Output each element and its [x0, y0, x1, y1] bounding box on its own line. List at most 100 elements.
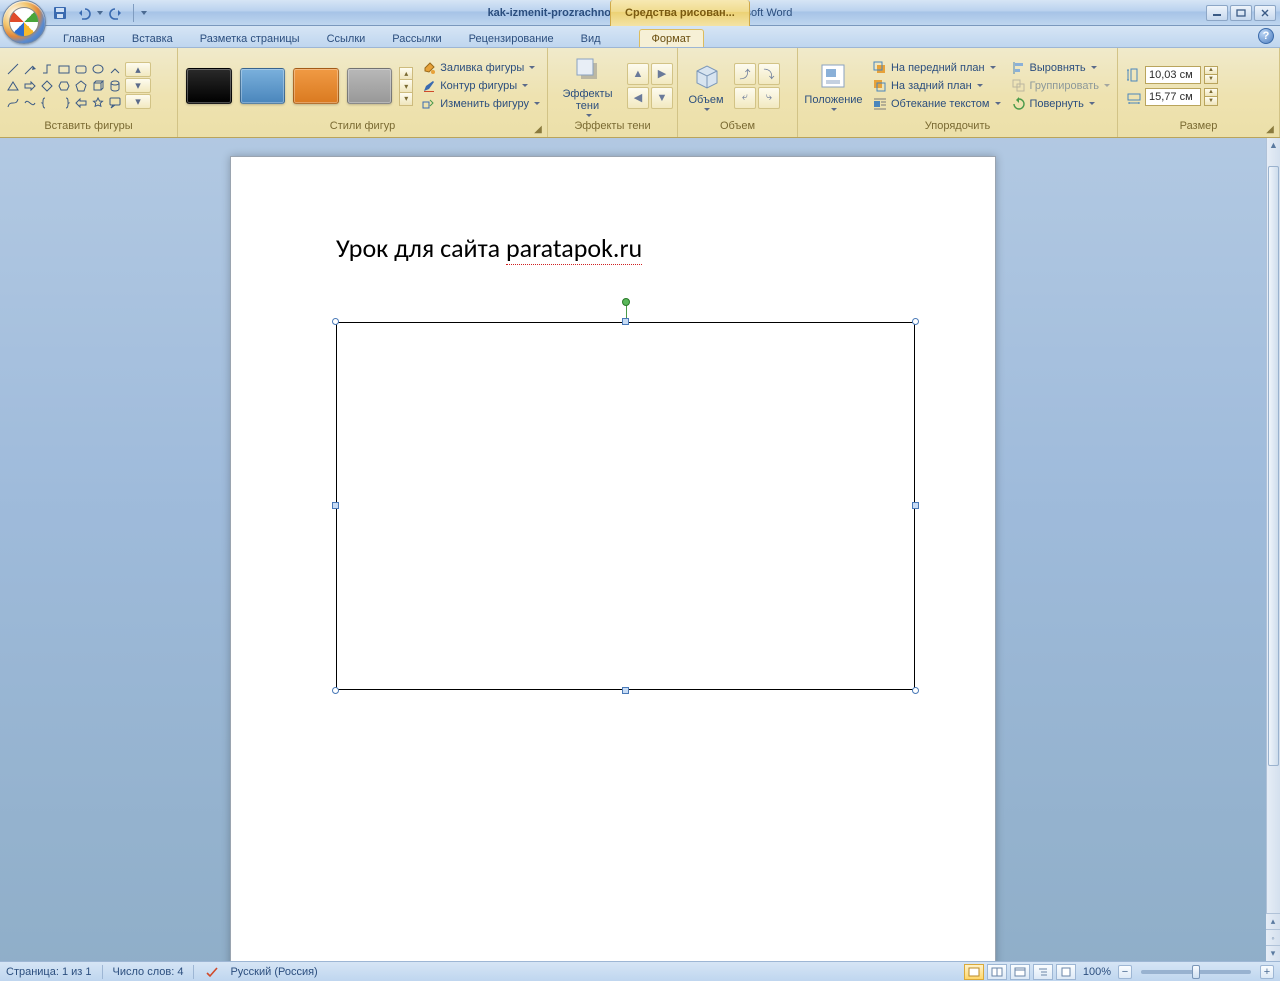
style-swatch-3[interactable]	[293, 68, 339, 104]
proofing-icon[interactable]	[204, 964, 220, 980]
tilt-up[interactable]: ⤴	[734, 63, 756, 85]
shape-rarrow-icon[interactable]	[21, 77, 38, 94]
tab-insert[interactable]: Вставка	[119, 29, 186, 47]
select-browse-object[interactable]: ◦	[1266, 929, 1280, 945]
office-button[interactable]	[2, 0, 46, 44]
scroll-up[interactable]: ▲	[1267, 138, 1280, 152]
style-more[interactable]: ▾	[399, 92, 413, 106]
page[interactable]: Урок для сайта paratapok.ru	[230, 156, 996, 961]
shape-oval-icon[interactable]	[89, 60, 106, 77]
height-input[interactable]: 10,03 см	[1145, 66, 1201, 84]
view-print-layout[interactable]	[964, 964, 984, 980]
group-size: 10,03 см ▲▼ 15,77 см ▲▼ Размер ◢	[1118, 48, 1280, 137]
shapes-more[interactable]: ▾	[125, 94, 151, 109]
qat-undo[interactable]	[73, 3, 93, 23]
maximize-button[interactable]	[1230, 5, 1252, 21]
group-button[interactable]: Группировать	[1008, 77, 1114, 95]
shapes-scroll-down[interactable]: ▾	[125, 78, 151, 93]
size-dialog-launcher[interactable]: ◢	[1263, 122, 1277, 136]
shape-outline-button[interactable]: Контур фигуры	[418, 77, 543, 95]
shadow-effects-button[interactable]: Эффекты тени	[552, 52, 623, 119]
tab-review[interactable]: Рецензирование	[456, 29, 567, 47]
shape-diamond-icon[interactable]	[38, 77, 55, 94]
shape-pent-icon[interactable]	[72, 77, 89, 94]
status-language[interactable]: Русский (Россия)	[230, 966, 317, 978]
shape-roundrect-icon[interactable]	[72, 60, 89, 77]
style-swatch-2[interactable]	[240, 68, 286, 104]
shape-cube-icon[interactable]	[89, 77, 106, 94]
zoom-knob[interactable]	[1192, 965, 1200, 979]
style-scroll-down[interactable]: ▾	[399, 79, 413, 93]
shape-star-icon[interactable]	[89, 94, 106, 111]
qat-redo[interactable]	[107, 3, 127, 23]
document-area[interactable]: Урок для сайта paratapok.ru	[0, 138, 1266, 961]
view-draft[interactable]	[1056, 964, 1076, 980]
shadow-left[interactable]: ◀	[627, 87, 649, 109]
shape-curve-icon[interactable]	[4, 94, 21, 111]
shape-can-icon[interactable]	[106, 77, 123, 94]
tilt-down[interactable]: ⤷	[758, 87, 780, 109]
send-back-button[interactable]: На задний план	[869, 77, 1004, 95]
style-swatch-1[interactable]	[186, 68, 232, 104]
tab-references[interactable]: Ссылки	[314, 29, 379, 47]
zoom-in[interactable]: +	[1260, 965, 1274, 979]
shape-curve2-icon[interactable]	[21, 94, 38, 111]
shape-triangle-icon[interactable]	[4, 77, 21, 94]
shape-fill-button[interactable]: Заливка фигуры	[418, 59, 543, 77]
next-page[interactable]: ▾	[1266, 945, 1280, 961]
shape-connector2-icon[interactable]	[106, 60, 123, 77]
status-words[interactable]: Число слов: 4	[113, 966, 184, 978]
shape-larrow-icon[interactable]	[72, 94, 89, 111]
close-button[interactable]	[1254, 5, 1276, 21]
width-spinner[interactable]: ▲▼	[1204, 88, 1218, 106]
help-button[interactable]: ?	[1258, 28, 1274, 44]
tab-format[interactable]: Формат	[639, 29, 704, 47]
shape-rect-icon[interactable]	[55, 60, 72, 77]
text-wrap-button[interactable]: Обтекание текстом	[869, 95, 1004, 113]
tab-home[interactable]: Главная	[50, 29, 118, 47]
tab-page-layout[interactable]: Разметка страницы	[187, 29, 313, 47]
3d-effects-button[interactable]: Объем	[682, 58, 730, 113]
zoom-value[interactable]: 100%	[1083, 966, 1111, 978]
shapes-scroll-up[interactable]: ▴	[125, 62, 151, 77]
change-shape-button[interactable]: Изменить фигуру	[418, 95, 543, 113]
tilt-right[interactable]: ⤵	[758, 63, 780, 85]
position-button[interactable]: Положение	[802, 58, 865, 113]
minimize-button[interactable]	[1206, 5, 1228, 21]
shape-brace-icon[interactable]	[38, 94, 55, 111]
shapes-gallery[interactable]	[4, 60, 123, 111]
qat-save[interactable]	[50, 3, 70, 23]
rotate-button[interactable]: Повернуть	[1008, 95, 1114, 113]
shape-hex-icon[interactable]	[55, 77, 72, 94]
tilt-left[interactable]: ⤶	[734, 87, 756, 109]
scroll-thumb[interactable]	[1268, 166, 1279, 766]
shadow-right[interactable]: ▶	[651, 63, 673, 85]
width-input[interactable]: 15,77 см	[1145, 88, 1201, 106]
document-heading[interactable]: Урок для сайта paratapok.ru	[336, 232, 642, 264]
shape-styles-dialog-launcher[interactable]: ◢	[531, 122, 545, 136]
align-button[interactable]: Выровнять	[1008, 59, 1114, 77]
shape-line-icon[interactable]	[4, 60, 21, 77]
shape-arrow-icon[interactable]	[21, 60, 38, 77]
shape-connector-icon[interactable]	[38, 60, 55, 77]
status-page[interactable]: Страница: 1 из 1	[6, 966, 92, 978]
qat-customize[interactable]	[140, 3, 148, 23]
tab-view[interactable]: Вид	[568, 29, 614, 47]
vertical-scrollbar[interactable]: ▲ ▼	[1266, 138, 1280, 961]
zoom-out[interactable]: −	[1118, 965, 1132, 979]
prev-page[interactable]: ▴	[1266, 913, 1280, 929]
view-full-screen[interactable]	[987, 964, 1007, 980]
zoom-slider[interactable]	[1141, 970, 1251, 974]
tab-mailings[interactable]: Рассылки	[379, 29, 454, 47]
style-swatch-4[interactable]	[347, 68, 393, 104]
shape-callout-icon[interactable]	[106, 94, 123, 111]
shape-brace2-icon[interactable]	[55, 94, 72, 111]
height-spinner[interactable]: ▲▼	[1204, 66, 1218, 84]
style-scroll-up[interactable]: ▴	[399, 67, 413, 81]
bring-front-button[interactable]: На передний план	[869, 59, 1004, 77]
qat-undo-dropdown[interactable]	[96, 3, 104, 23]
shadow-down[interactable]: ▼	[651, 87, 673, 109]
view-outline[interactable]	[1033, 964, 1053, 980]
shadow-up[interactable]: ▲	[627, 63, 649, 85]
view-web[interactable]	[1010, 964, 1030, 980]
